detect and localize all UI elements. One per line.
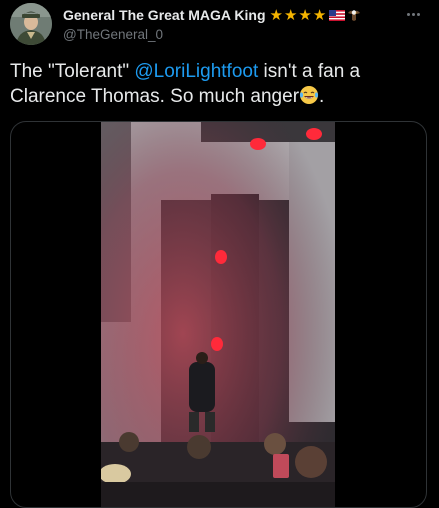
tweet-text-part: . (319, 86, 325, 107)
tweet-text-part: The "Tolerant" (10, 61, 135, 82)
us-flag-icon (329, 9, 346, 21)
laughing-tears-emoji-icon (299, 86, 319, 104)
tweet[interactable]: General The Great MAGA King ★ ★ ★ ★ @The… (0, 0, 439, 508)
more-options-button[interactable] (401, 6, 425, 22)
star-icon: ★ (312, 6, 327, 24)
star-icon: ★ (283, 6, 298, 24)
dot-icon (411, 12, 415, 16)
star-icon: ★ (298, 6, 312, 24)
dot-icon (406, 12, 410, 16)
star-icon: ★ (269, 6, 283, 24)
author-badges: ★ ★ ★ ★ (270, 8, 362, 23)
tweet-header: General The Great MAGA King ★ ★ ★ ★ @The… (63, 6, 393, 42)
author-display-name[interactable]: General The Great MAGA King (63, 7, 266, 23)
avatar-image (10, 3, 52, 45)
avatar[interactable] (10, 3, 52, 45)
name-row: General The Great MAGA King ★ ★ ★ ★ (63, 6, 393, 24)
mention-link[interactable]: @LoriLightfoot (134, 61, 258, 82)
author-handle[interactable]: @TheGeneral_0 (63, 27, 393, 42)
media-container[interactable] (10, 121, 427, 508)
video-frame (101, 122, 335, 507)
video-player[interactable] (101, 122, 335, 507)
dot-icon (416, 12, 420, 16)
tweet-text: The "Tolerant" @LoriLightfoot isn't a fa… (10, 59, 430, 109)
eagle-icon (348, 10, 361, 21)
